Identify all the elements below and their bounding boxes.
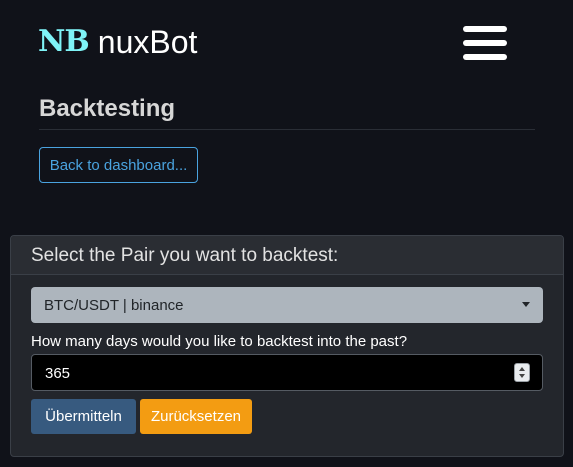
brand-name: nuxBot	[97, 24, 198, 60]
page-title: Backtesting	[39, 95, 176, 122]
menu-bar	[463, 54, 507, 60]
stepper-up-icon	[519, 367, 525, 371]
brand-logo: NB	[38, 24, 90, 59]
hamburger-menu-icon[interactable]	[460, 22, 510, 64]
card-header: Select the Pair you want to backtest:	[11, 236, 563, 275]
card-title: Select the Pair you want to backtest:	[31, 245, 339, 266]
backtest-card: Select the Pair you want to backtest: BT…	[10, 235, 564, 457]
days-label: How many days would you like to backtest…	[31, 333, 408, 350]
reset-button[interactable]: Zurücksetzen	[140, 399, 252, 434]
navbar: NB nuxBot	[0, 0, 573, 86]
stepper-down-icon	[519, 374, 525, 378]
days-input[interactable]: 365	[31, 354, 543, 391]
menu-bar	[463, 40, 507, 46]
menu-bar	[463, 26, 507, 32]
back-to-dashboard-button[interactable]: Back to dashboard...	[39, 147, 198, 183]
pair-select[interactable]: BTC/USDT | binance	[31, 287, 543, 323]
brand-link[interactable]: NB nuxBot	[38, 22, 197, 62]
submit-button[interactable]: Übermitteln	[31, 399, 136, 434]
caret-down-icon	[522, 302, 530, 307]
pair-select-value: BTC/USDT | binance	[44, 297, 184, 314]
number-stepper-icon[interactable]	[514, 363, 530, 382]
days-input-value: 365	[45, 365, 71, 382]
title-divider	[39, 129, 535, 130]
